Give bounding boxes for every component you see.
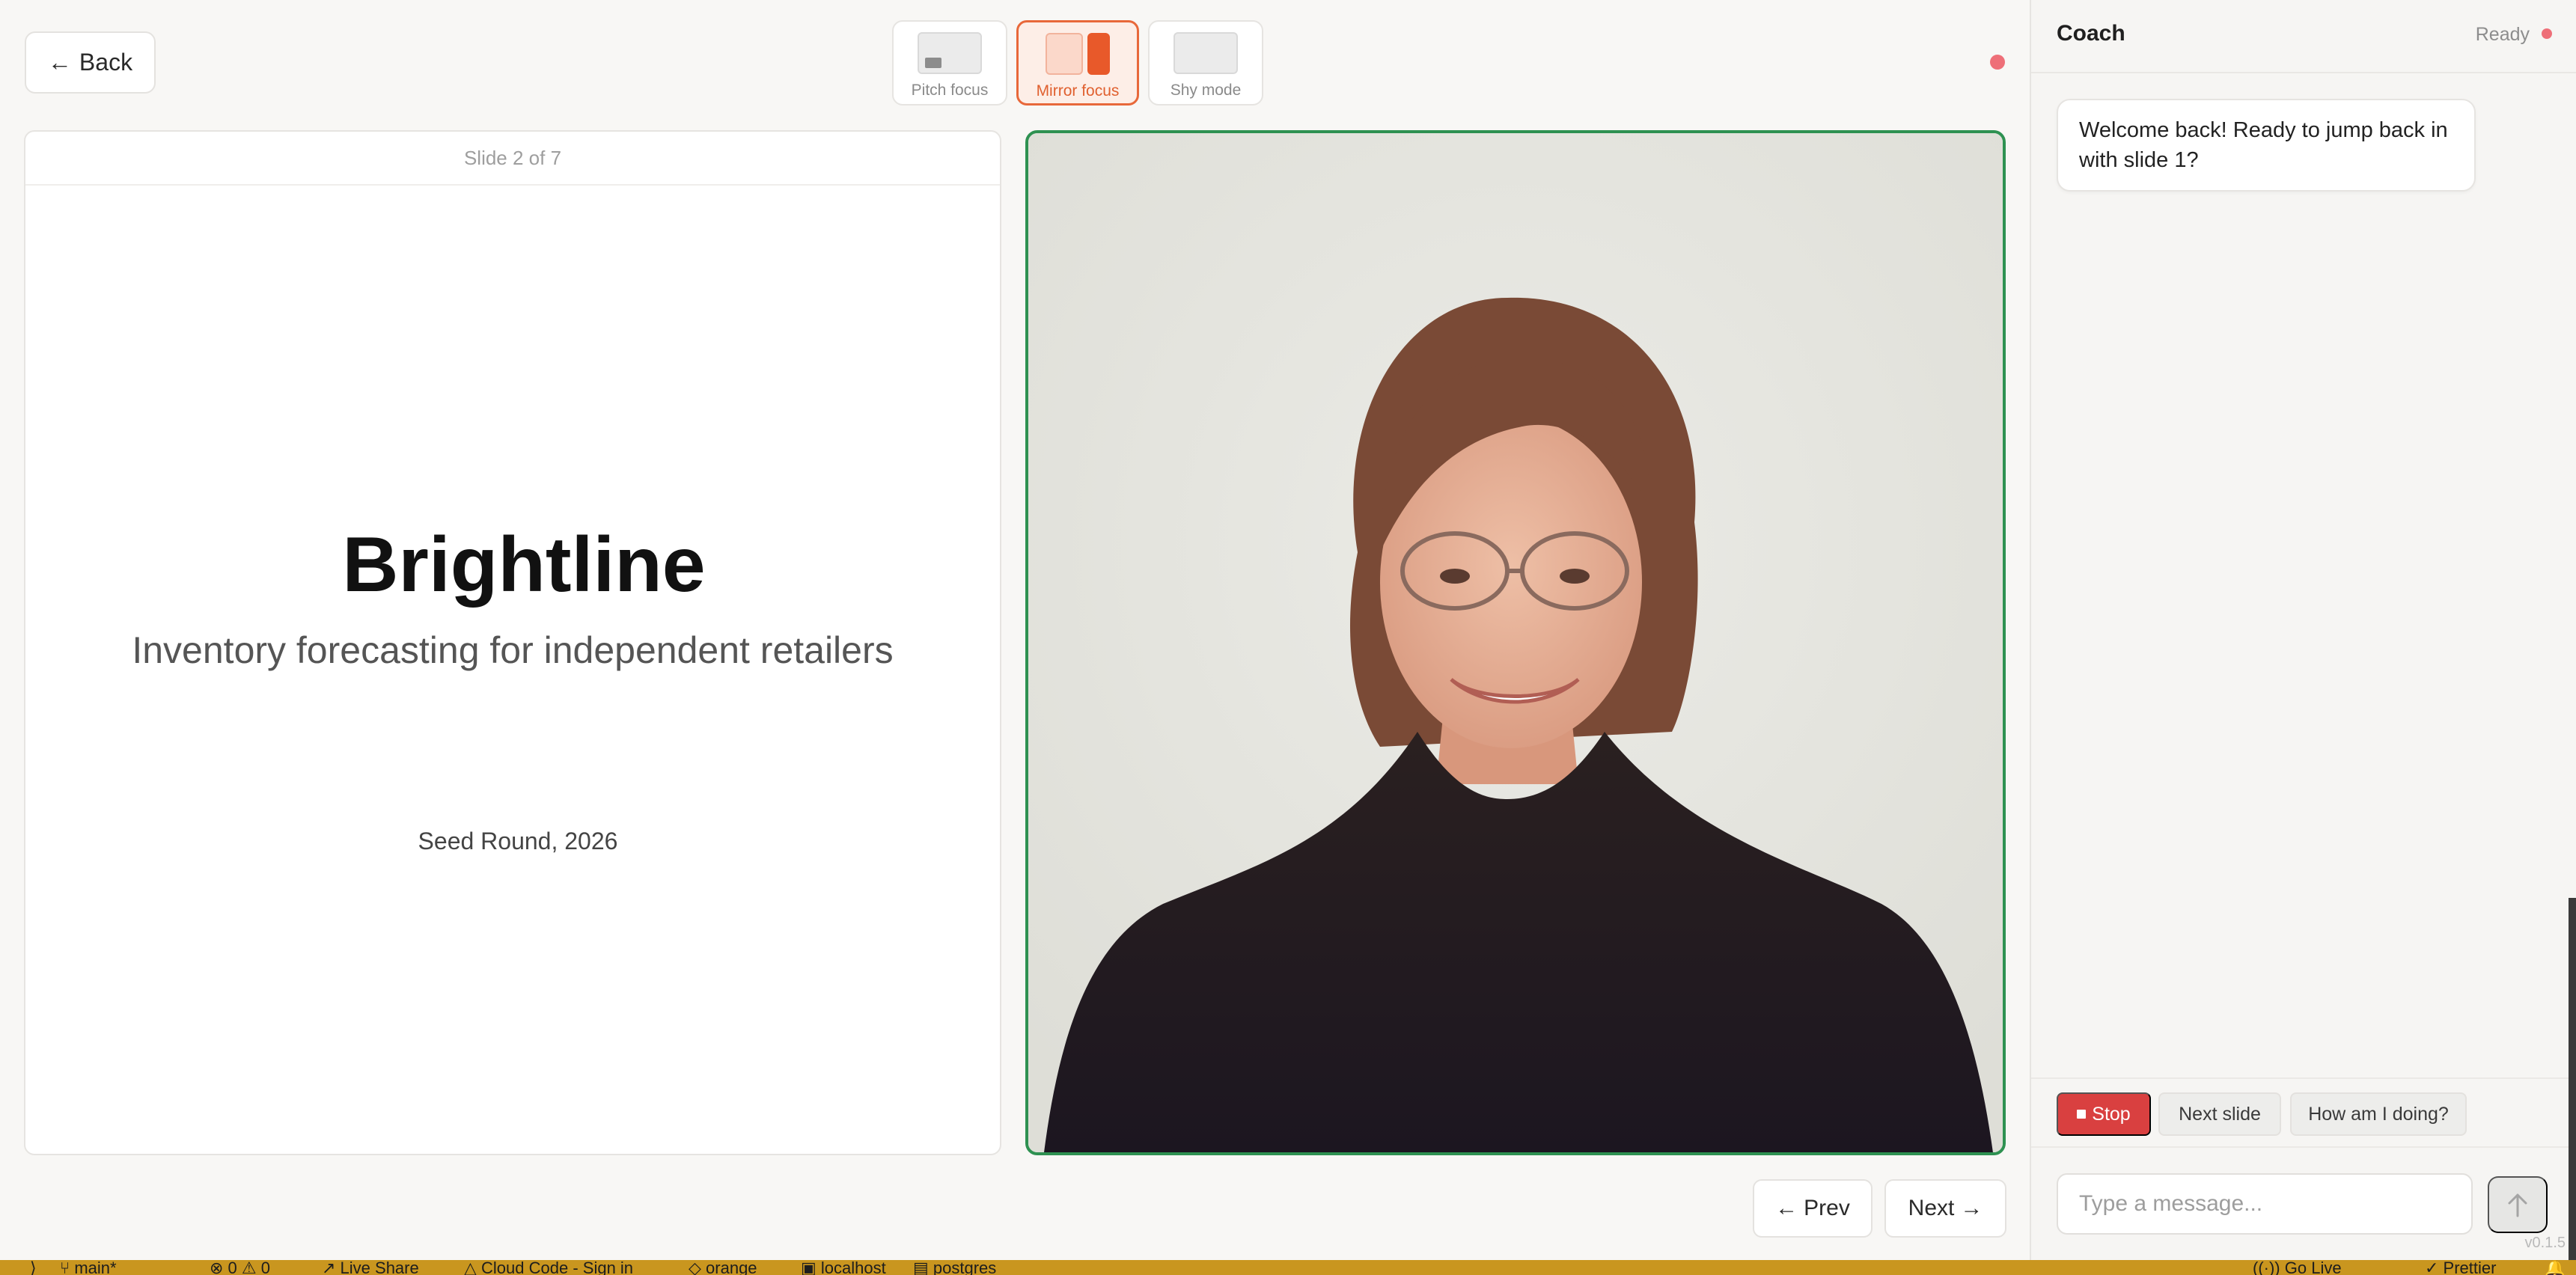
postgres-label: postgres [933,1260,997,1275]
pitch-layout-icon [918,32,982,74]
check-icon: ✓ [2425,1260,2444,1275]
orange-icon: ◇ [689,1260,706,1275]
mode-pitch-focus[interactable]: Pitch focus [892,20,1007,106]
orange-label: orange [706,1260,757,1275]
send-button[interactable] [2488,1176,2548,1233]
next-slide-chip[interactable]: Next slide [2158,1092,2281,1136]
live-share-button[interactable]: ↗ Live Share [322,1260,419,1275]
back-button[interactable]: ← Back [25,31,156,94]
coach-status: Ready [2475,24,2530,45]
arrow-left-icon: ← [1775,1196,1798,1220]
mode-selector: Pitch focus Mirror focus Shy mode [892,20,1263,106]
slide-subtitle: Inventory forecasting for independent re… [132,629,894,671]
localhost-item[interactable]: ▣ localhost [801,1260,886,1275]
cloud-code-button[interactable]: △ Cloud Code - Sign in [464,1260,633,1275]
live-share-icon: ↗ [322,1260,341,1275]
notification-icon[interactable]: 🔔 [2545,1260,2565,1275]
slide-counter: Slide 2 of 7 [25,132,1000,186]
live-share-label: Live Share [340,1260,419,1275]
coach-title: Coach [2057,21,2125,46]
prev-label: Prev [1804,1196,1850,1220]
mirror-layout-icon [1046,33,1110,75]
mode-label: Mirror focus [1036,82,1120,100]
problems-count: 0 ⚠ 0 [228,1260,270,1275]
problems-indicator[interactable]: ⊗ 0 ⚠ 0 [210,1260,270,1275]
back-label: Back [79,49,133,76]
webcam-person-image [1028,133,2003,1152]
mode-label: Pitch focus [911,82,989,99]
cloud-icon: △ [464,1260,482,1275]
slide-title: Brightline [342,522,706,608]
arrow-left-icon: ← [47,49,72,76]
message-input[interactable] [2057,1173,2473,1235]
mode-shy[interactable]: Shy mode [1148,20,1263,106]
editor-status-bar: ⟩ ⑂ main* ⊗ 0 ⚠ 0 ↗ Live Share △ Cloud C… [0,1260,2576,1275]
camera-preview [1025,130,2006,1155]
coach-header: Coach Ready [2031,0,2576,73]
localhost-label: localhost [820,1260,886,1275]
branch-indicator[interactable]: ⑂ main* [60,1260,117,1275]
postgres-icon: ▤ [913,1260,933,1275]
broadcast-icon: ((·)) [2253,1260,2285,1275]
prev-slide-button[interactable]: ← Prev [1753,1179,1873,1238]
stop-button[interactable]: Stop [2057,1092,2151,1136]
database-icon: ▣ [801,1260,821,1275]
slide-footer: Seed Round, 2026 [418,828,618,854]
orange-item[interactable]: ◇ orange [689,1260,757,1275]
go-live-button[interactable]: ((·)) Go Live [2253,1260,2342,1275]
slide-preview: Slide 2 of 7 Brightline Inventory foreca… [24,130,1001,1155]
next-label: Next [1908,1196,1955,1220]
main-area: ← Back Pitch focus Mirror focus Shy mode… [0,0,2030,1260]
how-am-i-doing-chip[interactable]: How am I doing? [2290,1092,2467,1136]
recording-indicator [1990,55,2005,70]
coach-message: Welcome back! Ready to jump back in with… [2057,99,2476,192]
remote-icon[interactable]: ⟩ [30,1260,37,1275]
next-slide-button[interactable]: Next → [1884,1179,2006,1238]
branch-name: main* [74,1260,117,1275]
quick-actions: Stop Next slide How am I doing? [2031,1077,2576,1148]
scrollbar[interactable] [2569,898,2576,1260]
stop-label: Stop [2092,1103,2131,1125]
go-live-label: Go Live [2284,1260,2342,1275]
postgres-item[interactable]: ▤ postgres [913,1260,996,1275]
shy-layout-icon [1173,32,1238,74]
status-dot-icon [2542,28,2552,39]
prettier-button[interactable]: ✓ Prettier [2425,1260,2496,1275]
arrow-up-icon [2508,1193,2527,1217]
branch-icon: ⑂ [60,1260,75,1275]
mode-mirror-focus[interactable]: Mirror focus [1016,20,1139,106]
stop-square-icon [2077,1110,2087,1119]
prettier-label: Prettier [2443,1260,2497,1275]
version-label: v0.1.5 [2524,1235,2566,1251]
coach-panel: Coach Ready Welcome back! Ready to jump … [2030,0,2576,1260]
mode-label: Shy mode [1170,82,1242,99]
arrow-right-icon: → [1960,1196,1983,1220]
cloud-code-label: Cloud Code - Sign in [481,1260,634,1275]
